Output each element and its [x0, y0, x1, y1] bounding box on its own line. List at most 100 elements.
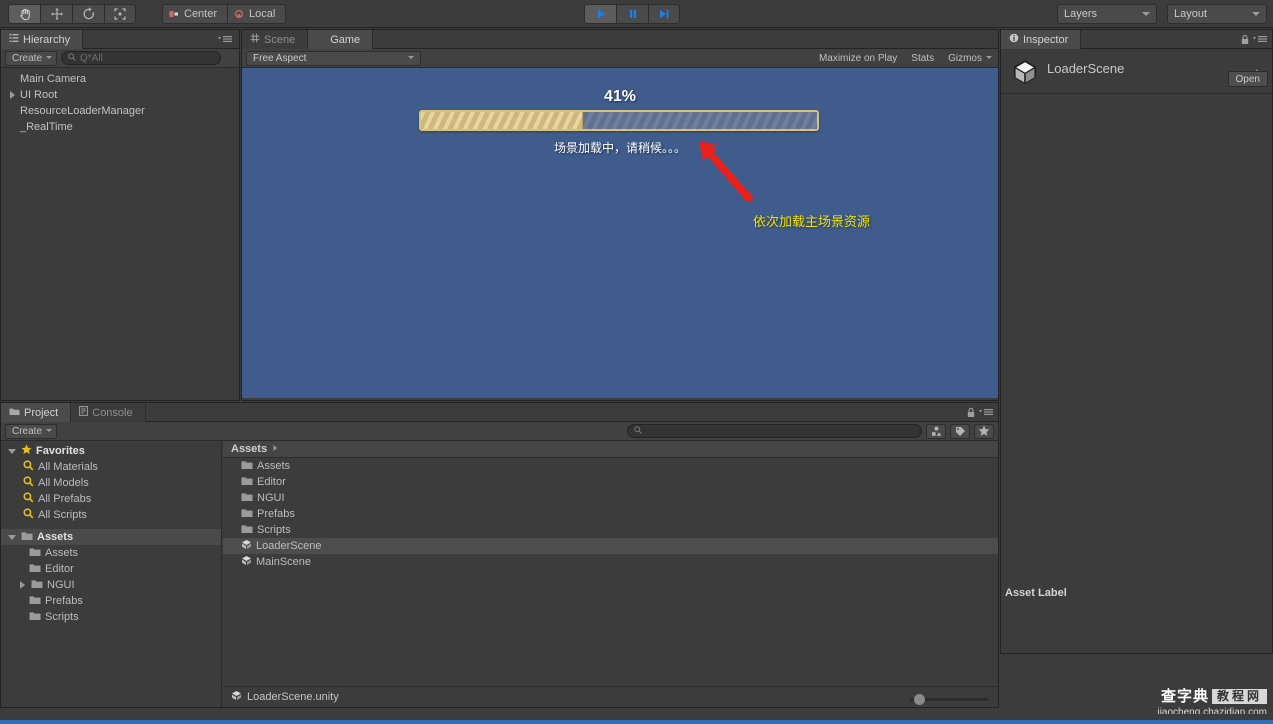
aspect-dropdown[interactable]: Free Aspect — [246, 50, 421, 66]
open-asset-button[interactable]: Open — [1227, 71, 1268, 87]
unity-editor-window: Center Local Layers Layout Hierarchy Cre… — [0, 0, 1273, 724]
content-item-label: LoaderScene — [256, 540, 322, 552]
project-create-label: Create — [12, 425, 43, 437]
hierarchy-menu-icon[interactable] — [216, 33, 234, 48]
favorites-group-header[interactable]: Favorites — [1, 443, 221, 459]
project-lock-icon[interactable] — [966, 407, 976, 421]
hierarchy-item[interactable]: _RealTime — [1, 119, 239, 135]
tree-item-label: Prefabs — [45, 595, 83, 607]
open-label: Open — [1235, 73, 1260, 85]
hierarchy-create-button[interactable]: Create — [5, 50, 58, 66]
favorite-item[interactable]: All Scripts — [1, 507, 221, 523]
project-create-button[interactable]: Create — [5, 423, 58, 439]
content-item-label: Prefabs — [257, 508, 295, 520]
lock-icon[interactable] — [1240, 34, 1250, 48]
chevron-down-icon — [986, 56, 992, 59]
expand-arrow-icon[interactable] — [17, 580, 27, 590]
tab-hierarchy-label: Hierarchy — [23, 33, 71, 46]
content-item[interactable]: LoaderScene — [223, 538, 998, 554]
rotate-tool-button[interactable] — [72, 4, 104, 24]
content-item-label: Assets — [257, 460, 291, 472]
gizmos-dropdown[interactable]: Gizmos — [942, 51, 994, 66]
hierarchy-item[interactable]: Main Camera — [1, 71, 239, 87]
favorite-item[interactable]: All Materials — [1, 459, 221, 475]
favorite-item[interactable]: All Models — [1, 475, 221, 491]
breadcrumb: Assets — [223, 441, 998, 458]
tab-console[interactable]: Console — [71, 403, 146, 422]
play-button[interactable] — [584, 4, 616, 24]
tab-hierarchy[interactable]: Hierarchy — [1, 30, 84, 49]
tree-item[interactable]: Editor — [1, 561, 221, 577]
project-panel: Project Console Create Favorites All Mat… — [0, 402, 999, 708]
slider-knob[interactable] — [914, 694, 925, 705]
hand-icon — [19, 8, 30, 21]
main-toolbar: Center Local Layers Layout — [0, 0, 1273, 28]
move-tool-button[interactable] — [40, 4, 72, 24]
expand-arrow-icon[interactable] — [7, 90, 17, 100]
hierarchy-search-input[interactable]: Q*All — [61, 51, 222, 65]
collapse-arrow-icon[interactable] — [7, 446, 17, 456]
filter-by-label-button[interactable] — [950, 423, 970, 439]
layers-dropdown[interactable]: Layers — [1057, 4, 1157, 24]
thumbnail-size-slider[interactable] — [910, 694, 988, 705]
breadcrumb-label[interactable]: Assets — [231, 443, 267, 455]
favorite-item[interactable]: All Prefabs — [1, 491, 221, 507]
tree-item-label: NGUI — [47, 579, 75, 591]
hierarchy-panel: Hierarchy Create Q*All Main Camera UI Ro… — [0, 29, 240, 401]
tree-item[interactable]: Prefabs — [1, 593, 221, 609]
tree-item[interactable]: Scripts — [1, 609, 221, 625]
tab-inspector[interactable]: Inspector — [1001, 30, 1082, 49]
filter-by-type-button[interactable] — [926, 423, 946, 439]
chevron-down-icon — [46, 56, 53, 59]
content-item[interactable]: Prefabs — [223, 506, 998, 522]
stats-label: Stats — [911, 52, 935, 64]
tab-game[interactable]: Game — [308, 30, 374, 49]
pivot-toggle-button[interactable]: Center — [162, 4, 228, 24]
hierarchy-item[interactable]: ResourceLoaderManager — [1, 103, 239, 119]
scale-tool-button[interactable] — [104, 4, 136, 24]
scene-icon — [231, 690, 242, 704]
star-icon — [21, 444, 32, 458]
hierarchy-item[interactable]: UI Root — [1, 87, 239, 103]
favorite-item-label: All Scripts — [38, 509, 87, 521]
rotate-icon — [83, 7, 94, 20]
favorite-item-label: All Models — [38, 477, 89, 489]
tag-icon — [955, 426, 965, 436]
tab-scene[interactable]: Scene — [242, 30, 309, 49]
tree-item-label: Editor — [45, 563, 74, 575]
project-tabrow: Project Console — [1, 403, 998, 422]
content-item[interactable]: MainScene — [223, 554, 998, 570]
maximize-on-play-toggle[interactable]: Maximize on Play — [813, 51, 903, 66]
project-search-input[interactable] — [627, 424, 922, 438]
content-item[interactable]: Editor — [223, 474, 998, 490]
folder-icon — [9, 407, 20, 419]
inspector-panel: Inspector LoaderScene Open Asset Label — [1000, 29, 1273, 654]
game-tabrow: Scene Game — [242, 30, 998, 49]
space-toggle-button[interactable]: Local — [227, 4, 287, 24]
info-icon — [1009, 33, 1019, 46]
stats-toggle[interactable]: Stats — [905, 51, 940, 66]
hierarchy-item-label: ResourceLoaderManager — [20, 105, 145, 117]
tab-console-label: Console — [92, 406, 133, 419]
collapse-arrow-icon[interactable] — [7, 532, 17, 542]
inspector-menu-icon[interactable] — [1252, 34, 1268, 48]
favorites-filter-button[interactable] — [974, 423, 994, 439]
tab-project[interactable]: Project — [1, 403, 72, 422]
tree-item[interactable]: NGUI — [1, 577, 221, 593]
tree-item-label: Assets — [45, 547, 79, 559]
layout-dropdown[interactable]: Layout — [1167, 4, 1267, 24]
folder-icon — [241, 492, 253, 505]
tree-item[interactable]: Assets — [1, 545, 221, 561]
content-item[interactable]: Assets — [223, 458, 998, 474]
project-menu-icon[interactable] — [978, 407, 994, 421]
hand-tool-button[interactable] — [8, 4, 40, 24]
content-item[interactable]: NGUI — [223, 490, 998, 506]
game-render-area[interactable]: 41% 场景加载中，请稍候。。。 依次加载主场景资源 — [242, 68, 998, 398]
assets-group-header[interactable]: Assets — [1, 529, 221, 545]
content-item[interactable]: Scripts — [223, 522, 998, 538]
step-button[interactable] — [648, 4, 680, 24]
pause-button[interactable] — [616, 4, 648, 24]
